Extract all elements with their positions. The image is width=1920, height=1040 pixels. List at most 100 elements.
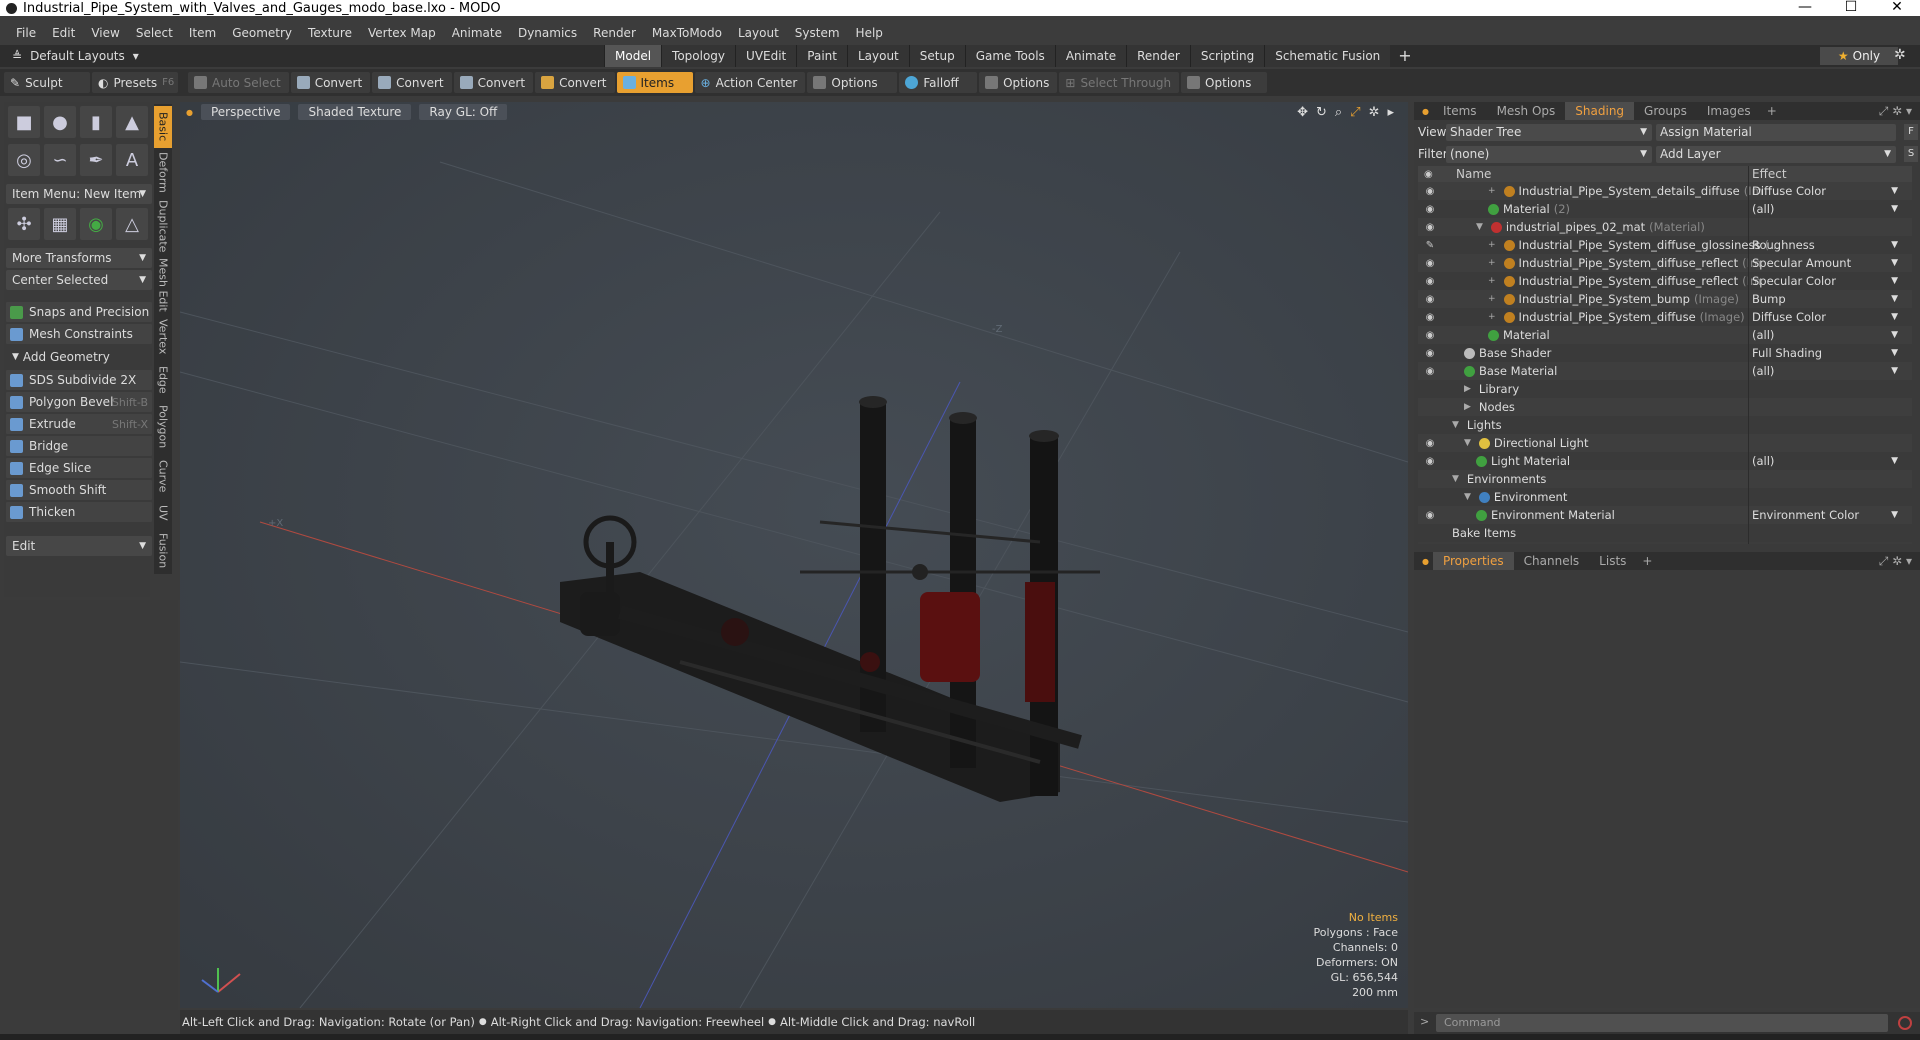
brush-icon[interactable]: ✎ [1423, 240, 1437, 251]
eye-icon[interactable]: ◉ [1423, 204, 1437, 215]
add-tab-icon[interactable]: + [1390, 45, 1419, 67]
convert-polygon-button[interactable]: Convert [453, 72, 534, 93]
fit-icon[interactable]: ⤢ [1350, 105, 1360, 120]
filter-select[interactable]: (none) ▼ [1446, 145, 1652, 163]
shader-tree-row[interactable]: ▼ Environment [1418, 488, 1912, 506]
action-center-button[interactable]: ⊕ Action Center [694, 72, 806, 93]
tab-uvedit[interactable]: UVEdit [735, 45, 797, 67]
assign-material-button[interactable]: Assign Material [1656, 123, 1896, 141]
eye-icon[interactable]: ◉ [1423, 438, 1437, 449]
tab-lists[interactable]: Lists [1589, 552, 1636, 570]
sds-subdivide-button[interactable]: SDS Subdivide 2X [6, 370, 152, 390]
convert-material-button[interactable]: Convert [535, 72, 615, 93]
command-input[interactable]: Command [1436, 1014, 1888, 1032]
shader-tree-row[interactable]: ▶ Nodes [1418, 398, 1912, 416]
tab-animate[interactable]: Animate [1054, 45, 1127, 67]
effect-dropdown[interactable]: (all) ▼ [1748, 327, 1902, 343]
effect-dropdown[interactable]: Full Shading ▼ [1748, 345, 1902, 361]
effect-dropdown[interactable]: Specular Amount ▼ [1748, 255, 1902, 271]
cylinder-icon[interactable]: ▮ [80, 106, 112, 138]
plus-icon[interactable]: + [1488, 294, 1496, 304]
tab-game-tools[interactable]: Game Tools [964, 45, 1055, 67]
eye-icon[interactable]: ◉ [1423, 222, 1437, 233]
menu-render[interactable]: Render [585, 26, 644, 40]
plus-icon[interactable]: + [1488, 240, 1496, 250]
name-column-header[interactable]: Name [1456, 167, 1491, 181]
shader-tree-row[interactable]: Bake Items [1418, 524, 1912, 542]
menu-select[interactable]: Select [128, 26, 181, 40]
tab-items[interactable]: Items [1433, 102, 1487, 120]
shader-tree-row[interactable]: ▼ Lights [1418, 416, 1912, 434]
tab-images[interactable]: Images [1697, 102, 1761, 120]
cube-icon[interactable]: ■ [8, 106, 40, 138]
pen-icon[interactable]: ✒ [80, 144, 112, 176]
eye-icon[interactable]: ◉ [1423, 348, 1437, 359]
cone-icon[interactable]: ▲ [116, 106, 148, 138]
eye-icon[interactable]: ◉ [1423, 510, 1437, 521]
view-select[interactable]: Shader Tree ▼ [1446, 123, 1652, 141]
shader-tree-row[interactable]: ◉ + Industrial_Pipe_System_details_diffuse… [1418, 182, 1912, 200]
panel-menu-icon[interactable]: ● [1422, 557, 1429, 566]
vtab-polygon[interactable]: Polygon [154, 402, 172, 452]
folder-arrow-icon[interactable]: ▶ [1464, 402, 1471, 412]
shader-tree-row[interactable]: ◉ + Industrial_Pipe_System_diffuse_reflect… [1418, 254, 1912, 272]
shaded-texture-button[interactable]: Shaded Texture [298, 104, 412, 120]
expand-arrow-icon[interactable]: ▼ [1452, 420, 1459, 430]
pan-icon[interactable]: ✥ [1297, 105, 1308, 120]
effect-dropdown[interactable]: (all) ▼ [1748, 453, 1902, 469]
eye-icon[interactable]: ◉ [1423, 330, 1437, 341]
menu-maxtomodo[interactable]: MaxToModo [644, 26, 730, 40]
shader-tree-row[interactable]: ◉ + Industrial_Pipe_System_bump (Image) Bump… [1418, 290, 1912, 308]
eye-icon[interactable]: ◉ [1423, 186, 1437, 197]
eye-icon[interactable]: ◉ [1423, 312, 1437, 323]
tab-channels[interactable]: Channels [1514, 552, 1590, 570]
shader-tree-row[interactable]: ◉ + Industrial_Pipe_System_diffuse_reflect… [1418, 272, 1912, 290]
eye-icon[interactable]: ◉ [1423, 258, 1437, 269]
shader-tree-row[interactable]: ◉ Material (all) ▼ [1418, 326, 1912, 344]
effect-column-header[interactable]: Effect [1752, 167, 1787, 181]
add-geometry-section[interactable]: ▼ Add Geometry [6, 348, 152, 366]
items-mode-button[interactable]: Items [616, 72, 693, 93]
tab-layout[interactable]: Layout [846, 45, 909, 67]
vtab-mesh-edit[interactable]: Mesh Edit [154, 258, 172, 312]
panel-menu-icon[interactable]: ● [1422, 107, 1429, 116]
play-arrow-icon[interactable]: ▸ [1387, 105, 1394, 120]
effect-dropdown[interactable]: (all) ▼ [1748, 201, 1902, 217]
shader-tree-row[interactable]: ◉ ▼ industrial_pipes_02_mat (Material) [1418, 218, 1912, 236]
presets-button[interactable]: ◐ Presets F6 [92, 72, 178, 93]
vtab-curve[interactable]: Curve [154, 456, 172, 496]
plane-grid-icon[interactable]: ▦ [44, 208, 76, 240]
effect-dropdown[interactable]: Environment Color ▼ [1748, 507, 1902, 523]
default-layouts-dropdown[interactable]: ≜ Default Layouts ▾ [0, 49, 140, 63]
raygl-button[interactable]: Ray GL: Off [419, 104, 508, 120]
shader-tree-row[interactable]: ▼ Environments [1418, 470, 1912, 488]
eye-icon[interactable]: ◉ [1423, 366, 1437, 377]
gear-icon[interactable]: ✲ [1894, 47, 1906, 63]
panel-expand-gear-icon[interactable]: ⤢ ✲ ▾ [1879, 104, 1912, 119]
plus-icon[interactable]: + [1488, 276, 1496, 286]
effect-dropdown[interactable]: Specular Color ▼ [1748, 273, 1902, 289]
menu-geometry[interactable]: Geometry [224, 26, 300, 40]
convert-vertex-button[interactable]: Convert [290, 72, 371, 93]
sculpt-button[interactable]: ✎ Sculpt [4, 72, 90, 93]
snaps-precision-button[interactable]: Snaps and Precision [6, 302, 152, 322]
shader-tree-row[interactable]: ◉ Base Material (all) ▼ [1418, 362, 1912, 380]
close-button[interactable]: ✕ [1874, 0, 1920, 16]
options-button-2[interactable]: Options [979, 72, 1058, 93]
tab-setup[interactable]: Setup [908, 45, 965, 67]
vtab-vertex[interactable]: Vertex [154, 316, 172, 358]
edit-dropdown[interactable]: Edit ▼ [6, 536, 152, 556]
add-tab-icon[interactable]: + [1761, 104, 1783, 118]
item-menu-dropdown[interactable]: Item Menu: New Item ▼ [6, 184, 152, 204]
edge-slice-button[interactable]: Edge Slice [6, 458, 152, 478]
shader-tree-row[interactable]: ◉ Environment Material Environment Color ▼ [1418, 506, 1912, 524]
menu-vertex-map[interactable]: Vertex Map [360, 26, 444, 40]
effect-dropdown[interactable]: Diffuse Color ▼ [1748, 309, 1902, 325]
menu-help[interactable]: Help [848, 26, 891, 40]
vtab-duplicate[interactable]: Duplicate [154, 198, 172, 254]
vtab-deform[interactable]: Deform [154, 150, 172, 194]
expand-arrow-icon[interactable]: ▼ [1476, 222, 1483, 232]
expand-arrow-icon[interactable]: ▼ [1464, 492, 1471, 502]
shader-tree-row[interactable]: ◉ Light Material (all) ▼ [1418, 452, 1912, 470]
menu-item[interactable]: Item [181, 26, 224, 40]
